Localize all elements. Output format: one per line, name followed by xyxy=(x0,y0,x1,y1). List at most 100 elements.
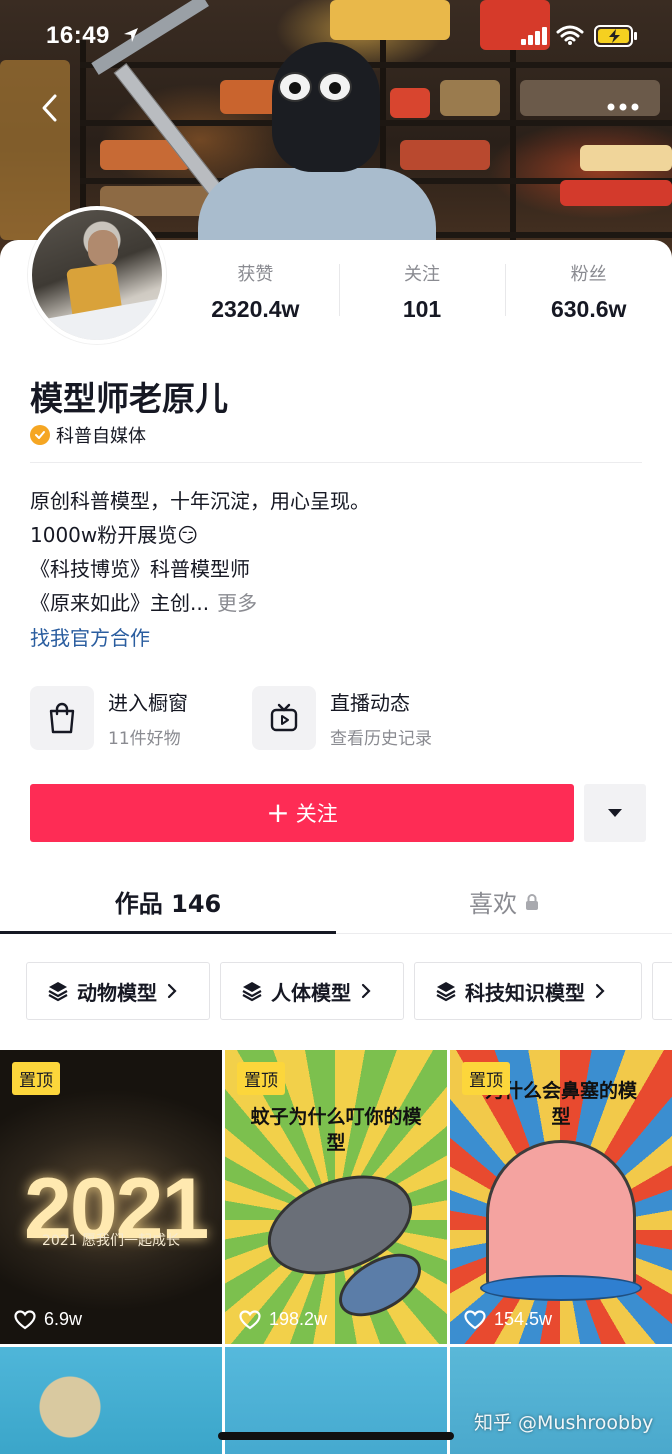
stat-followers[interactable]: 粉丝 630.6w xyxy=(505,256,672,326)
stat-following[interactable]: 关注 101 xyxy=(338,256,506,326)
video-grid: 2021 2021 愿我们一起成长 置顶 6.9w 蚊子为什么叮你的模型 置顶 … xyxy=(0,1050,672,1454)
stat-label: 关注 xyxy=(404,264,440,285)
pinned-badge: 置顶 xyxy=(462,1062,510,1095)
feature-title: 直播动态 xyxy=(330,691,410,715)
chevron-left-icon xyxy=(42,94,57,122)
video-likes: 198.2w xyxy=(239,1309,327,1330)
heart-icon xyxy=(239,1309,261,1329)
toy xyxy=(0,60,70,240)
toy xyxy=(580,145,672,171)
feature-icon-box xyxy=(252,686,316,750)
bio-line: 《科技博览》科普模型师 xyxy=(30,557,250,581)
googly-eye xyxy=(278,72,312,102)
feature-icon-box xyxy=(30,686,94,750)
signal-icon xyxy=(521,27,547,45)
profile-stats: 获赞 2320.4w 关注 101 粉丝 630.6w xyxy=(172,256,672,326)
verification-text: 科普自媒体 xyxy=(56,426,146,447)
profile-name: 模型师老原儿 xyxy=(30,379,228,418)
layers-icon xyxy=(242,982,262,1002)
video-tile[interactable]: 蚊子为什么叮你的模型 置顶 198.2w xyxy=(225,1050,447,1344)
avatar[interactable] xyxy=(28,206,166,344)
tab-likes[interactable]: 喜欢 xyxy=(336,870,672,933)
status-bar: 16:49 xyxy=(0,0,672,72)
feature-showcase[interactable]: 进入橱窗 11件好物 xyxy=(30,686,252,750)
video-tile[interactable]: 2021 2021 愿我们一起成长 置顶 6.9w xyxy=(0,1050,222,1344)
video-caption: 蚊子为什么叮你的模型 xyxy=(250,1106,422,1154)
shopping-bag-icon xyxy=(49,702,75,734)
home-indicator[interactable] xyxy=(218,1432,454,1440)
bio-line-last: 《原来如此》主创... 更多 xyxy=(30,586,642,620)
verification-badge: 科普自媒体 xyxy=(30,422,146,448)
layers-icon xyxy=(436,982,456,1002)
tab-label: 喜欢 xyxy=(469,890,517,918)
collection-label: 动物模型 xyxy=(77,980,157,1005)
video-tile[interactable]: 为什么会鼻塞的模型 置顶 154.5w xyxy=(450,1050,672,1344)
chevron-right-icon xyxy=(595,983,605,999)
video-overlay-text: 2021 愿我们一起成长 xyxy=(41,1233,181,1249)
partner-link[interactable]: 找我官方合作 xyxy=(30,622,150,651)
chevron-right-icon xyxy=(167,983,177,999)
back-button[interactable] xyxy=(30,88,70,128)
feature-subtitle: 查看历史记录 xyxy=(330,729,432,749)
likes-count: 154.5w xyxy=(494,1309,553,1329)
divider xyxy=(30,462,642,463)
bio-line: 1000w粉开展览😏 xyxy=(30,523,199,547)
collection-chips: 动物模型 人体模型 科技知识模型 xyxy=(26,962,672,1020)
more-dots-icon xyxy=(607,103,639,111)
battery-icon xyxy=(594,25,637,47)
feature-live[interactable]: 直播动态 查看历史记录 xyxy=(252,686,474,750)
avatar-face xyxy=(88,230,118,266)
collection-chip[interactable]: 人体模型 xyxy=(220,962,404,1020)
pinned-badge: 置顶 xyxy=(237,1062,285,1095)
video-tile[interactable] xyxy=(450,1347,672,1454)
bio: 原创科普模型，十年沉淀，用心呈现。 1000w粉开展览😏 《科技博览》科普模型师… xyxy=(30,484,642,620)
toy xyxy=(220,80,280,114)
collection-chip[interactable]: 动物模型 xyxy=(26,962,210,1020)
tv-icon xyxy=(270,703,298,732)
stat-value: 2320.4w xyxy=(211,296,300,322)
toy xyxy=(560,180,672,206)
follow-label: 关注 xyxy=(295,802,338,826)
tab-label: 作品 146 xyxy=(114,890,222,918)
tab-works[interactable]: 作品 146 xyxy=(0,870,336,934)
stat-label: 粉丝 xyxy=(570,264,607,285)
likes-count: 198.2w xyxy=(269,1309,328,1329)
stat-label: 获赞 xyxy=(237,264,274,285)
feature-subtitle: 11件好物 xyxy=(108,729,181,749)
heart-icon xyxy=(14,1309,36,1329)
toy xyxy=(390,88,430,118)
chevron-right-icon xyxy=(361,983,371,999)
nose-model-base xyxy=(480,1275,642,1301)
location-arrow-icon xyxy=(124,28,138,42)
wifi-icon xyxy=(556,25,584,45)
more-options-button[interactable] xyxy=(598,92,648,122)
stat-value: 101 xyxy=(402,296,442,322)
layers-icon xyxy=(48,982,68,1002)
bio-line-text: 《原来如此》主创... xyxy=(30,591,210,615)
follow-button[interactable]: + 关注 xyxy=(30,784,574,842)
bio-line: 原创科普模型，十年沉淀，用心呈现。 xyxy=(30,489,370,513)
stat-likes[interactable]: 获赞 2320.4w xyxy=(172,256,339,326)
bio-more-link[interactable]: 更多 xyxy=(217,591,257,615)
collection-label: 科技知识模型 xyxy=(465,980,585,1005)
collection-chip[interactable]: 科技知识模型 xyxy=(414,962,642,1020)
recommend-dropdown-button[interactable] xyxy=(584,784,646,842)
googly-eye xyxy=(318,72,352,102)
video-likes: 6.9w xyxy=(14,1309,82,1330)
caret-down-icon xyxy=(608,809,622,817)
collection-chip-partial[interactable] xyxy=(652,962,672,1020)
toy xyxy=(400,140,490,170)
stat-value: 630.6w xyxy=(550,296,627,322)
feature-entries: 进入橱窗 11件好物 直播动态 查看历史记录 xyxy=(30,686,474,750)
lock-icon xyxy=(526,893,538,910)
toy xyxy=(440,80,500,116)
pinned-badge: 置顶 xyxy=(12,1062,60,1095)
plus-icon: + xyxy=(266,796,290,829)
likes-count: 6.9w xyxy=(44,1309,83,1329)
feature-title: 进入橱窗 xyxy=(108,691,188,715)
video-tile[interactable] xyxy=(0,1347,222,1454)
status-time: 16:49 xyxy=(46,22,110,49)
watermark: 知乎 @Mushroobby xyxy=(474,1412,654,1434)
content-tabs: 作品 146 喜欢 xyxy=(0,870,672,934)
verified-check-icon xyxy=(30,425,50,445)
